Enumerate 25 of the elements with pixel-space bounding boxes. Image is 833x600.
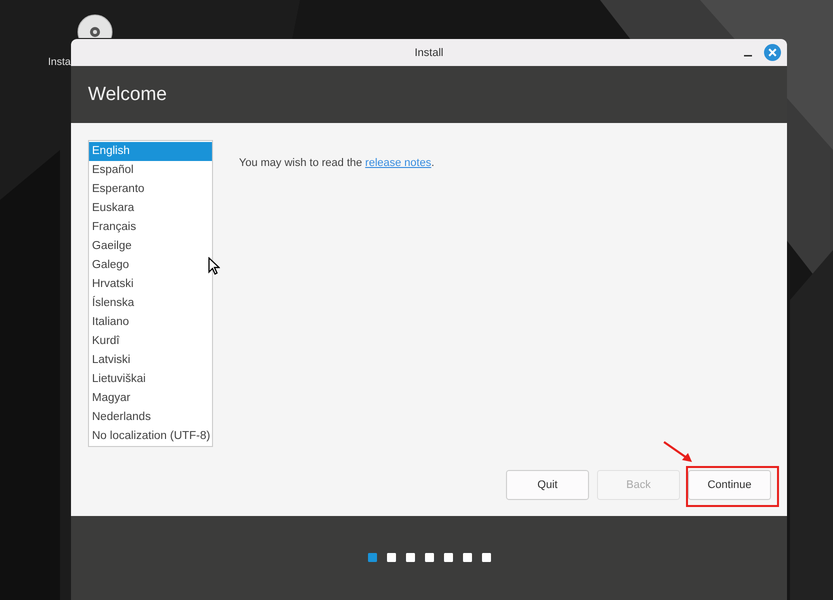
release-notes-text: You may wish to read the release notes. <box>239 157 434 169</box>
language-item[interactable]: No localization (UTF-8) <box>89 427 212 446</box>
language-item[interactable]: Esperanto <box>89 180 212 199</box>
language-item[interactable]: Gaeilge <box>89 237 212 256</box>
window-title: Install <box>414 46 444 58</box>
page-heading: Welcome <box>88 84 167 106</box>
language-item[interactable]: Lietuviškai <box>89 370 212 389</box>
mouse-cursor-icon <box>208 257 220 275</box>
language-item[interactable]: Magyar <box>89 389 212 408</box>
close-icon[interactable] <box>764 44 781 61</box>
dialog-button[interactable]: Quit <box>506 470 589 500</box>
annotation-arrow <box>663 441 693 463</box>
language-item[interactable]: Italiano <box>89 313 212 332</box>
language-item[interactable]: Français <box>89 218 212 237</box>
language-item[interactable]: Hrvatski <box>89 275 212 294</box>
language-item[interactable]: Kurdî <box>89 332 212 351</box>
language-item[interactable]: Latviski <box>89 351 212 370</box>
dialog-button[interactable]: Continue <box>688 470 771 500</box>
language-list[interactable]: English Español Esperanto Euskara Français Gaeilge Galego Hrvatski Íslenska Italiano Kurdî Latviski Lietuviškai Magyar Nederlands No localization (UTF-8) <box>88 140 213 447</box>
desktop-icon-label: Insta <box>48 56 71 68</box>
language-item[interactable]: Galego <box>89 256 212 275</box>
language-item[interactable]: Español <box>89 161 212 180</box>
language-item[interactable]: Euskara <box>89 199 212 218</box>
language-item[interactable]: Íslenska <box>89 294 212 313</box>
language-item[interactable]: Nederlands <box>89 408 212 427</box>
